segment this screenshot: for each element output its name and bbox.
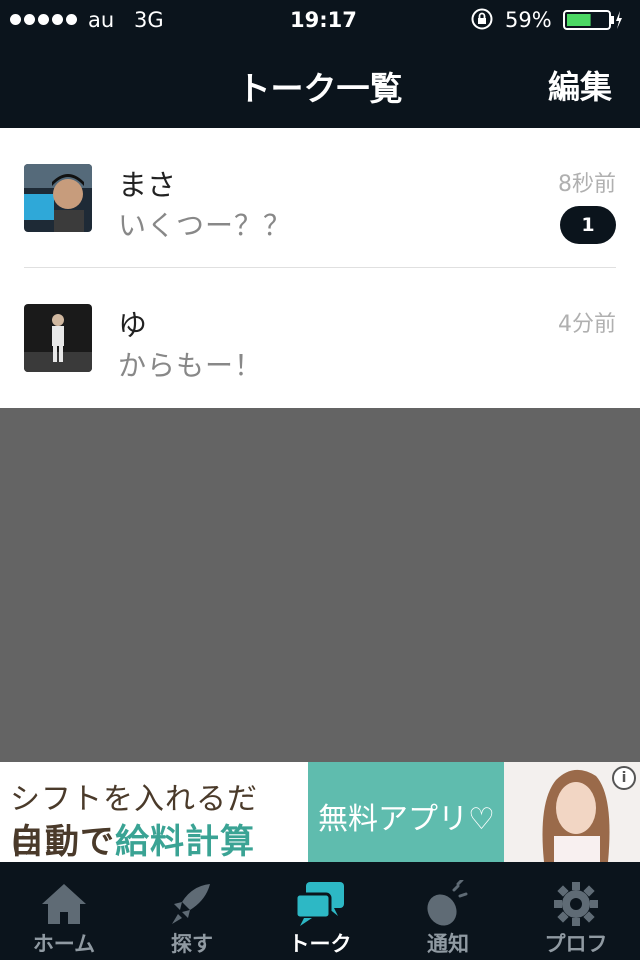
battery-percent: 59% xyxy=(505,8,552,32)
tab-notifications[interactable]: 通知 xyxy=(384,862,512,960)
network-label: 3G xyxy=(134,8,164,32)
rotation-lock-icon xyxy=(470,7,494,36)
message-time: 4分前 xyxy=(558,312,616,337)
ad-free-app-label: 無料アプリ♡ xyxy=(318,802,495,837)
avatar xyxy=(24,164,92,232)
chat-row[interactable]: まさ いくつー？？ 8秒前 1 xyxy=(0,128,640,268)
contact-name: まさ xyxy=(118,168,177,202)
ad-free-app-panel: 無料アプリ♡ xyxy=(308,762,504,862)
ad-banner[interactable]: シフトを入れるだけ！ 自動で給料計算 無料アプリ♡ i xyxy=(0,762,640,862)
rocket-icon xyxy=(172,884,210,924)
avatar xyxy=(24,304,92,372)
tab-label: 通知 xyxy=(427,932,469,956)
tab-label: トーク xyxy=(288,932,352,956)
unread-badge: 1 xyxy=(560,206,616,244)
chat-list: まさ いくつー？？ 8秒前 1 ゆ からもー！ 4分前 xyxy=(0,128,640,408)
last-message: いくつー？？ xyxy=(118,209,293,242)
last-message: からもー！ xyxy=(118,349,264,382)
chat-bubbles-icon xyxy=(294,882,344,926)
tab-label: ホーム xyxy=(32,932,96,956)
home-icon xyxy=(42,884,86,924)
tab-search[interactable]: 探す xyxy=(128,862,256,960)
signal-strength-icon xyxy=(10,14,77,25)
ad-subheadline-part2: 給料計算 xyxy=(115,822,255,862)
status-bar: au 3G 19:17 59% xyxy=(0,0,640,40)
nav-bar: トーク一覧 編集 xyxy=(0,40,640,128)
tab-label: プロフ xyxy=(544,932,608,956)
carrier-label: au xyxy=(88,8,115,32)
tab-profile[interactable]: プロフ xyxy=(512,862,640,960)
page-title: トーク一覧 xyxy=(237,69,403,108)
chat-row[interactable]: ゆ からもー！ 4分前 xyxy=(0,268,640,408)
ad-text-panel: シフトを入れるだけ！ 自動で給料計算 xyxy=(0,762,308,862)
ad-subheadline-part1: 自動で xyxy=(10,822,115,862)
ad-info-icon[interactable]: i xyxy=(612,766,636,790)
contact-name: ゆ xyxy=(118,308,148,342)
megaphone-icon xyxy=(427,880,468,926)
ad-subheadline: 自動で給料計算 xyxy=(10,814,255,863)
ad-model-photo: i xyxy=(504,762,640,862)
tab-home[interactable]: ホーム xyxy=(0,862,128,960)
gear-icon xyxy=(554,882,598,926)
tab-label: 探す xyxy=(171,932,213,956)
clock: 19:17 xyxy=(290,8,357,32)
edit-button[interactable]: 編集 xyxy=(548,62,612,108)
battery-icon xyxy=(563,9,623,36)
tab-bar: ホーム 探す トーク 通知 プロフ xyxy=(0,862,640,960)
tab-talk[interactable]: トーク xyxy=(256,862,384,960)
message-time: 8秒前 xyxy=(558,172,616,197)
